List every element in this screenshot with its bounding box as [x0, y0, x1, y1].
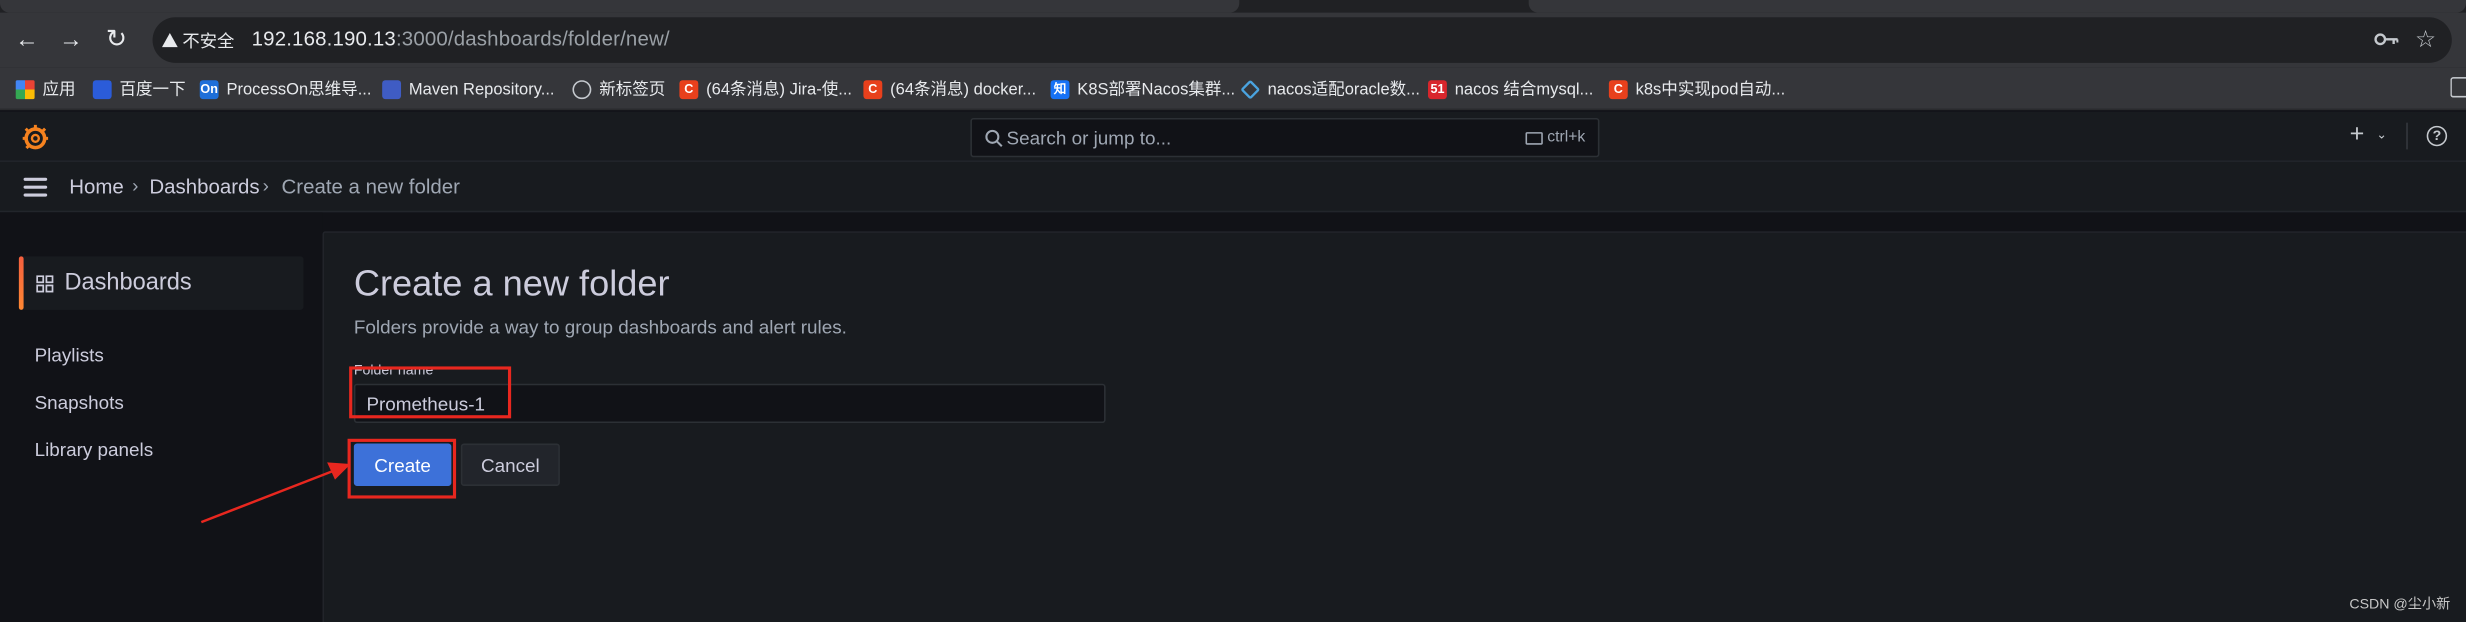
section-sidebar: Dashboards Playlists Snapshots Library p… [0, 212, 323, 622]
apps-grid-icon [15, 79, 35, 99]
security-label: 不安全 [182, 32, 235, 52]
shortcut-label: ctrl+k [1547, 128, 1586, 147]
csdn-icon: C [679, 79, 699, 99]
main-content: Create a new folder Folders provide a wa… [322, 231, 2466, 622]
zhihu-icon: 知 [1050, 79, 1070, 99]
other-bookmarks-folder-icon[interactable] [2450, 77, 2466, 98]
bookmark-label: 百度一下 [119, 80, 186, 100]
bookmark-item[interactable]: 百度一下 [92, 77, 186, 101]
sidebar-item-playlists[interactable]: Playlists [35, 344, 104, 366]
search-placeholder: Search or jump to... [1006, 127, 1172, 150]
browser-toolbar: ← → ↻ 不安全 192.168.190.13:3000/dashboards… [0, 12, 2466, 68]
bookmark-label: 新标签页 [599, 80, 666, 100]
forward-button[interactable]: → [55, 25, 86, 56]
sidebar-section-title: Dashboards [64, 268, 192, 296]
grafana-logo-icon[interactable] [20, 123, 50, 153]
csdn-icon: C [863, 79, 883, 99]
bookmarks-bar: 应用 百度一下 On ProcessOn思维导... Maven Repository.… [0, 67, 2466, 111]
bookmark-label: K8S部署Nacos集群... [1077, 80, 1236, 100]
add-new-chevron-icon[interactable]: ⌄ [2376, 127, 2387, 141]
create-button[interactable]: Create [353, 443, 452, 486]
bookmark-label: (64条消息) docker... [890, 80, 1037, 100]
menu-hamburger-icon[interactable] [23, 177, 48, 197]
nav-divider [2406, 122, 2408, 150]
cancel-button[interactable]: Cancel [460, 443, 560, 486]
screen: ← → ↻ 不安全 192.168.190.13:3000/dashboards… [0, 0, 2466, 622]
breadcrumb-separator: › [262, 174, 269, 197]
add-new-plus-icon[interactable]: + [2350, 121, 2365, 149]
bookmark-item[interactable]: Maven Repository... [382, 77, 555, 101]
sidebar-item-dashboards[interactable]: Dashboards [18, 256, 304, 310]
search-icon [985, 129, 1003, 147]
sidebar-item-snapshots[interactable]: Snapshots [35, 392, 124, 414]
bookmark-label: nacos 结合mysql... [1454, 80, 1594, 100]
maven-icon [382, 79, 402, 99]
bookmark-label: nacos适配oracle数... [1267, 80, 1420, 100]
watermark: CSDN @尘小新 [2349, 595, 2451, 611]
breadcrumb: Home › Dashboards › Create a new folder [0, 161, 2466, 213]
bookmark-item[interactable]: C (64条消息) Jira-使... [679, 77, 852, 101]
page-title: Create a new folder [353, 262, 670, 304]
breadcrumb-home[interactable]: Home [69, 175, 124, 199]
bookmark-star-icon[interactable]: ☆ [2415, 25, 2436, 54]
grafana-top-nav: Search or jump to... ctrl+k + ⌄ ? [0, 111, 2466, 162]
breadcrumb-dashboards[interactable]: Dashboards [149, 175, 259, 199]
bookmark-item[interactable]: nacos适配oracle数... [1240, 77, 1420, 101]
bookmark-item[interactable]: 知 K8S部署Nacos集群... [1050, 77, 1236, 101]
bookmark-item[interactable]: Ck8s中实现pod自动... [1608, 77, 1786, 101]
url-path: :3000/dashboards/folder/new/ [395, 26, 670, 51]
page-subtitle: Folders provide a way to group dashboard… [353, 316, 847, 339]
bookmark-item[interactable]: 新标签页 [572, 77, 665, 101]
csdn-icon: C [1608, 79, 1628, 99]
help-icon[interactable]: ? [2426, 125, 2448, 147]
security-indicator[interactable]: 不安全 [161, 28, 235, 52]
url-host: 192.168.190.13 [251, 26, 396, 51]
sidebar-item-library-panels[interactable]: Library panels [35, 439, 154, 461]
bookmark-label: (64条消息) Jira-使... [706, 80, 853, 100]
breadcrumb-separator: › [132, 174, 139, 197]
breadcrumb-current: Create a new folder [281, 174, 460, 199]
baidu-icon [92, 79, 112, 99]
active-tab-edge[interactable] [0, 0, 1240, 13]
warning-icon [161, 33, 178, 48]
processon-icon: On [199, 79, 219, 99]
reload-button[interactable]: ↻ [101, 25, 132, 56]
search-bar[interactable]: Search or jump to... ctrl+k [970, 117, 1600, 158]
back-button[interactable]: ← [11, 25, 42, 56]
folder-name-input[interactable] [353, 383, 1106, 424]
bookmark-label: Maven Repository... [408, 79, 555, 99]
address-bar[interactable]: 不安全 192.168.190.13:3000/dashboards/folde… [152, 17, 2452, 63]
bookmark-item[interactable]: C (64条消息) docker... [863, 77, 1036, 101]
keyboard-icon [1525, 131, 1543, 144]
folder-name-label: Folder name [353, 361, 434, 378]
globe-icon [572, 79, 592, 99]
bookmark-label: k8s中实现pod自动... [1635, 80, 1786, 100]
dashboards-grid-icon [36, 275, 54, 293]
bookmark-label: 应用 [42, 80, 76, 100]
bookmark-item[interactable]: 应用 [15, 77, 76, 101]
key-icon[interactable] [2373, 28, 2399, 50]
inactive-tab-edge[interactable] [1528, 0, 2466, 13]
bookmark-item[interactable]: 51 nacos 结合mysql... [1428, 77, 1593, 101]
browser-tab-strip [0, 0, 2466, 13]
keyboard-shortcut-hint: ctrl+k [1525, 129, 1585, 146]
51cto-icon: 51 [1428, 79, 1447, 99]
active-indicator [18, 256, 24, 310]
bookmark-label: ProcessOn思维导... [226, 80, 372, 100]
nacos-icon [1240, 78, 1261, 99]
bookmark-item[interactable]: On ProcessOn思维导... [199, 77, 372, 101]
url-text[interactable]: 192.168.190.13:3000/dashboards/folder/ne… [252, 27, 670, 51]
